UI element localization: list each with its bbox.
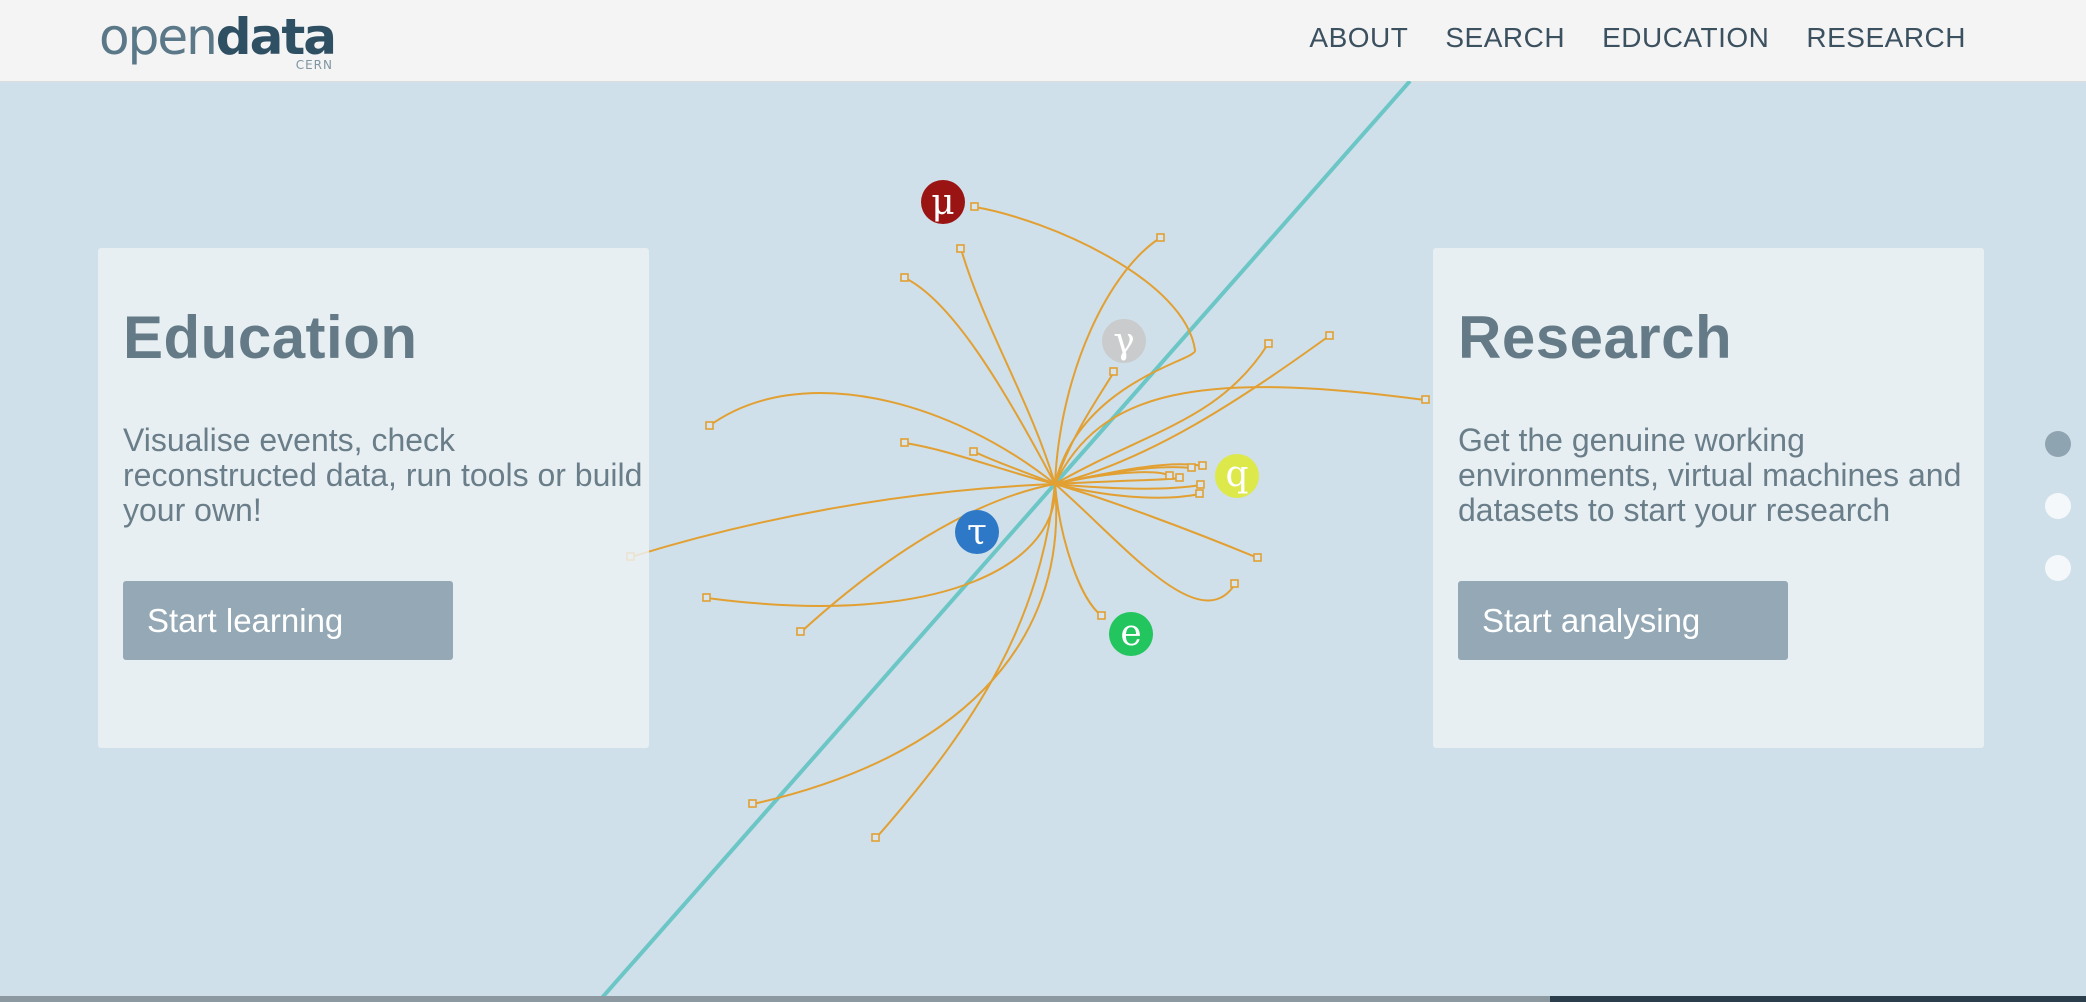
- education-title: Education: [123, 304, 418, 371]
- nav-education[interactable]: EDUCATION: [1602, 22, 1769, 54]
- photon-symbol: γ: [1113, 321, 1135, 362]
- tau-symbol: τ: [967, 512, 987, 553]
- logo-text-open: open: [99, 8, 218, 66]
- electron-symbol: e: [1120, 613, 1141, 654]
- electron-particle: e: [1109, 612, 1153, 656]
- nav-search[interactable]: SEARCH: [1445, 22, 1565, 54]
- beam-line: [600, 81, 1412, 996]
- quark-particle: q: [1215, 454, 1259, 498]
- opendata-cern-logo[interactable]: opendata CERN: [99, 8, 337, 76]
- particle-tracks: [630, 206, 1426, 839]
- photon-particle: γ: [1102, 319, 1146, 363]
- bottom-edge-strip: [0, 996, 2086, 1002]
- research-description: Get the genuine working environments, vi…: [1458, 422, 1962, 528]
- start-analysing-button[interactable]: Start analysing: [1458, 581, 1788, 660]
- muon-symbol: μ: [931, 182, 954, 223]
- start-learning-button[interactable]: Start learning: [123, 581, 453, 660]
- nav-about[interactable]: ABOUT: [1309, 22, 1408, 54]
- bottom-edge-dark-segment: [1550, 996, 2086, 1002]
- slider-dot-3[interactable]: [2045, 555, 2071, 581]
- quark-symbol: q: [1225, 454, 1248, 495]
- slider-dot-2[interactable]: [2045, 493, 2071, 519]
- research-title: Research: [1458, 304, 1733, 371]
- education-panel: Education Visualise events, check recons…: [98, 248, 649, 748]
- education-description: Visualise events, check reconstructed da…: [123, 422, 643, 528]
- research-panel: Research Get the genuine working environ…: [1433, 248, 1984, 748]
- muon-particle: μ: [921, 180, 965, 224]
- nav-research[interactable]: RESEARCH: [1806, 22, 1966, 54]
- top-navigation-bar: opendata CERN ABOUT SEARCH EDUCATION RES…: [0, 0, 2086, 82]
- slider-dot-1[interactable]: [2045, 431, 2071, 457]
- main-nav: ABOUT SEARCH EDUCATION RESEARCH: [1309, 22, 1966, 54]
- logo-subtitle: CERN: [295, 58, 333, 72]
- tau-particle: τ: [955, 510, 999, 554]
- track-endpoints: [626, 202, 1430, 842]
